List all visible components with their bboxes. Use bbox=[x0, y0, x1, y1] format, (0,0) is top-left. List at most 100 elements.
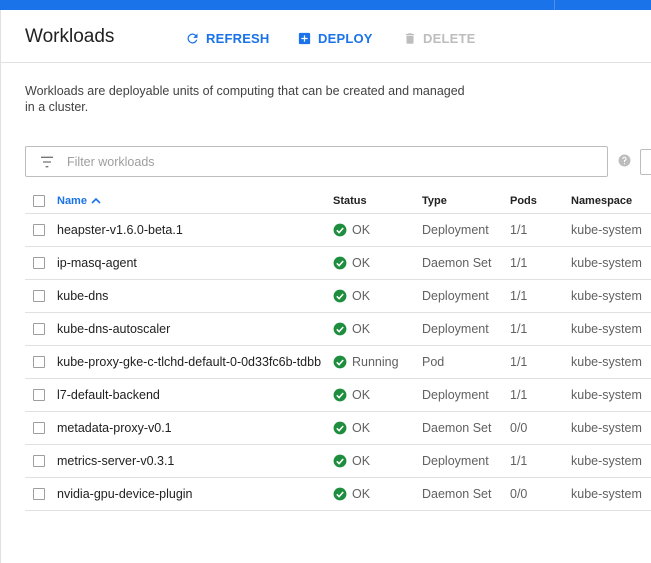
workload-status: OK bbox=[333, 247, 370, 279]
workload-pods: 1/1 bbox=[510, 322, 528, 336]
workload-name[interactable]: metadata-proxy-v0.1 bbox=[57, 412, 172, 444]
delete-button: DELETE bbox=[403, 29, 475, 47]
workload-pods: 1/1 bbox=[510, 289, 528, 303]
workload-type: Daemon Set bbox=[422, 421, 492, 435]
row-checkbox[interactable] bbox=[33, 290, 45, 302]
nav-divider bbox=[0, 10, 1, 563]
workload-pods: 1/1 bbox=[510, 388, 528, 402]
table-row[interactable]: kube-dns-autoscaler OK Deployment 1/1 ku… bbox=[25, 313, 651, 346]
column-header-type[interactable]: Type bbox=[422, 188, 447, 213]
filter-input[interactable] bbox=[67, 153, 587, 171]
column-header-pods[interactable]: Pods bbox=[510, 188, 537, 213]
delete-label: DELETE bbox=[423, 30, 476, 46]
row-select-cell bbox=[33, 379, 45, 411]
deploy-button[interactable]: DEPLOY bbox=[297, 29, 373, 47]
column-header-name[interactable]: Name bbox=[57, 188, 101, 213]
column-name-label: Name bbox=[57, 194, 87, 207]
workload-status-label: OK bbox=[352, 289, 371, 303]
workload-namespace: kube-system bbox=[571, 355, 642, 369]
workload-namespace: kube-system bbox=[571, 421, 642, 435]
workload-namespace: kube-system bbox=[571, 322, 642, 336]
row-checkbox[interactable] bbox=[33, 389, 45, 401]
workload-name[interactable]: nvidia-gpu-device-plugin bbox=[57, 478, 193, 510]
workload-type: Deployment bbox=[422, 289, 489, 303]
row-select-cell bbox=[33, 478, 45, 510]
workload-status-label: Running bbox=[352, 355, 399, 369]
column-header-status[interactable]: Status bbox=[333, 188, 367, 213]
table-row[interactable]: nvidia-gpu-device-plugin OK Daemon Set 0… bbox=[25, 478, 651, 511]
workload-type: Daemon Set bbox=[422, 256, 492, 270]
workload-status-label: OK bbox=[352, 388, 371, 402]
row-checkbox[interactable] bbox=[33, 257, 45, 269]
page-header: Workloads REFRESH DEPLOY DELETE bbox=[1, 10, 651, 63]
table-row[interactable]: heapster-v1.6.0-beta.1 OK Deployment 1/1… bbox=[25, 214, 651, 247]
refresh-button[interactable]: REFRESH bbox=[185, 29, 270, 47]
workload-type: Daemon Set bbox=[422, 487, 492, 501]
help-icon[interactable] bbox=[618, 154, 631, 167]
row-select-cell bbox=[33, 412, 45, 444]
table-row[interactable]: ip-masq-agent OK Daemon Set 1/1 kube-sys… bbox=[25, 247, 651, 280]
workload-type: Deployment bbox=[422, 223, 489, 237]
workload-status-label: OK bbox=[352, 454, 371, 468]
row-checkbox[interactable] bbox=[33, 323, 45, 335]
table-row[interactable]: kube-dns OK Deployment 1/1 kube-system bbox=[25, 280, 651, 313]
check-circle-icon bbox=[333, 289, 347, 303]
check-circle-icon bbox=[333, 223, 347, 237]
select-all-checkbox[interactable] bbox=[33, 194, 45, 207]
workload-status: Running bbox=[333, 346, 399, 378]
row-select-cell bbox=[33, 280, 45, 312]
workload-name[interactable]: metrics-server-v0.3.1 bbox=[57, 445, 174, 477]
check-circle-icon bbox=[333, 256, 347, 270]
check-circle-icon bbox=[333, 388, 347, 402]
workload-namespace: kube-system bbox=[571, 487, 642, 501]
workload-type: Deployment bbox=[422, 454, 489, 468]
column-display-button[interactable] bbox=[640, 149, 651, 175]
row-checkbox[interactable] bbox=[33, 224, 45, 236]
page-title: Workloads bbox=[25, 26, 115, 47]
row-select-cell bbox=[33, 313, 45, 345]
top-app-bar-segment bbox=[554, 0, 651, 10]
workload-name[interactable]: ip-masq-agent bbox=[57, 247, 137, 279]
workloads-table: Name Status Type Pods Namespace heapster… bbox=[25, 188, 651, 511]
table-row[interactable]: metadata-proxy-v0.1 OK Daemon Set 0/0 ku… bbox=[25, 412, 651, 445]
table-header-row: Name Status Type Pods Namespace bbox=[25, 188, 651, 214]
select-all-cell bbox=[33, 188, 45, 213]
workload-namespace: kube-system bbox=[571, 388, 642, 402]
table-row[interactable]: l7-default-backend OK Deployment 1/1 kub… bbox=[25, 379, 651, 412]
row-checkbox[interactable] bbox=[33, 488, 45, 500]
row-checkbox[interactable] bbox=[33, 356, 45, 368]
workload-status-label: OK bbox=[352, 487, 371, 501]
filter-bar[interactable] bbox=[25, 146, 608, 177]
workload-pods: 1/1 bbox=[510, 454, 528, 468]
workload-status: OK bbox=[333, 280, 370, 312]
workload-status: OK bbox=[333, 412, 370, 444]
workload-type: Deployment bbox=[422, 388, 489, 402]
check-circle-icon bbox=[333, 487, 347, 501]
workload-name[interactable]: kube-proxy-gke-c-tlchd-default-0-0d33fc6… bbox=[57, 346, 321, 378]
workload-namespace: kube-system bbox=[571, 223, 642, 237]
page-description: Workloads are deployable units of comput… bbox=[25, 84, 465, 114]
workload-name[interactable]: l7-default-backend bbox=[57, 379, 160, 411]
row-checkbox[interactable] bbox=[33, 455, 45, 467]
row-select-cell bbox=[33, 346, 45, 378]
workload-status: OK bbox=[333, 313, 370, 345]
workload-status: OK bbox=[333, 445, 370, 477]
check-circle-icon bbox=[333, 355, 347, 369]
refresh-icon bbox=[187, 33, 198, 43]
chevron-up-icon bbox=[91, 197, 101, 204]
workload-type: Pod bbox=[422, 355, 445, 369]
row-select-cell bbox=[33, 247, 45, 279]
workload-status: OK bbox=[333, 478, 370, 510]
workload-name[interactable]: kube-dns-autoscaler bbox=[57, 313, 170, 345]
row-checkbox[interactable] bbox=[33, 422, 45, 434]
workload-namespace: kube-system bbox=[571, 256, 642, 270]
row-select-cell bbox=[33, 214, 45, 246]
column-header-namespace[interactable]: Namespace bbox=[571, 188, 632, 213]
workload-name[interactable]: kube-dns bbox=[57, 280, 108, 312]
refresh-label: REFRESH bbox=[206, 30, 270, 46]
workload-name[interactable]: heapster-v1.6.0-beta.1 bbox=[57, 214, 183, 246]
table-row[interactable]: kube-proxy-gke-c-tlchd-default-0-0d33fc6… bbox=[25, 346, 651, 379]
check-circle-icon bbox=[333, 322, 347, 336]
table-row[interactable]: metrics-server-v0.3.1 OK Deployment 1/1 … bbox=[25, 445, 651, 478]
deploy-label: DEPLOY bbox=[318, 30, 373, 46]
